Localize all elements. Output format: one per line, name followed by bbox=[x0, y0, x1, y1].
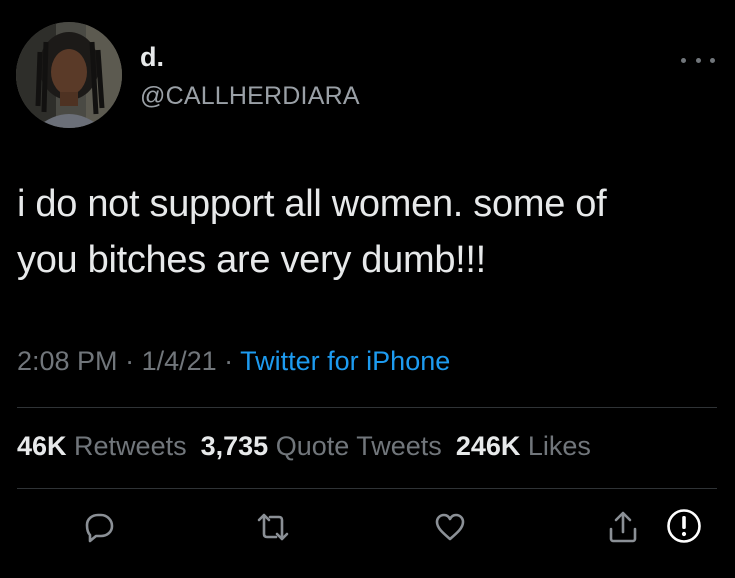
likes-stat[interactable]: 246K Likes bbox=[456, 431, 591, 461]
quote-tweets-label: Quote Tweets bbox=[275, 431, 442, 461]
report-icon[interactable] bbox=[666, 508, 702, 544]
tweet-time[interactable]: 2:08 PM bbox=[17, 346, 118, 376]
retweets-count: 46K bbox=[17, 431, 67, 461]
share-icon[interactable] bbox=[606, 510, 640, 544]
divider bbox=[17, 488, 717, 489]
tweet-stats: 46K Retweets 3,735 Quote Tweets 246K Likes bbox=[17, 431, 591, 462]
tweet-meta: 2:08 PM · 1/4/21 · Twitter for iPhone bbox=[17, 346, 450, 377]
more-dot bbox=[681, 57, 686, 63]
more-options-icon[interactable] bbox=[681, 55, 715, 65]
display-name[interactable]: d. bbox=[140, 44, 164, 71]
reply-icon[interactable] bbox=[82, 510, 116, 544]
quote-tweets-count: 3,735 bbox=[200, 431, 269, 461]
like-icon[interactable] bbox=[433, 510, 467, 544]
likes-count: 246K bbox=[455, 431, 521, 461]
more-dot bbox=[695, 57, 701, 63]
retweets-label: Retweets bbox=[74, 431, 187, 461]
retweet-icon[interactable] bbox=[256, 510, 290, 544]
tweet-text: i do not support all women. some of you … bbox=[17, 176, 717, 288]
quote-tweets-stat[interactable]: 3,735 Quote Tweets bbox=[201, 431, 442, 461]
user-handle[interactable]: @CALLHERDIARA bbox=[140, 84, 360, 109]
tweet-source-link[interactable]: Twitter for iPhone bbox=[240, 346, 450, 376]
divider bbox=[17, 407, 717, 408]
meta-separator: · bbox=[216, 346, 241, 376]
tweet-text-line: you bitches are very dumb!!! bbox=[17, 239, 486, 281]
retweets-stat[interactable]: 46K Retweets bbox=[17, 431, 187, 461]
tweet-text-line: i do not support all women. some of bbox=[17, 183, 607, 225]
avatar[interactable] bbox=[16, 22, 122, 128]
likes-label: Likes bbox=[527, 431, 591, 461]
meta-separator: · bbox=[117, 346, 142, 376]
tweet-date[interactable]: 1/4/21 bbox=[142, 346, 217, 376]
more-dot bbox=[710, 57, 715, 63]
